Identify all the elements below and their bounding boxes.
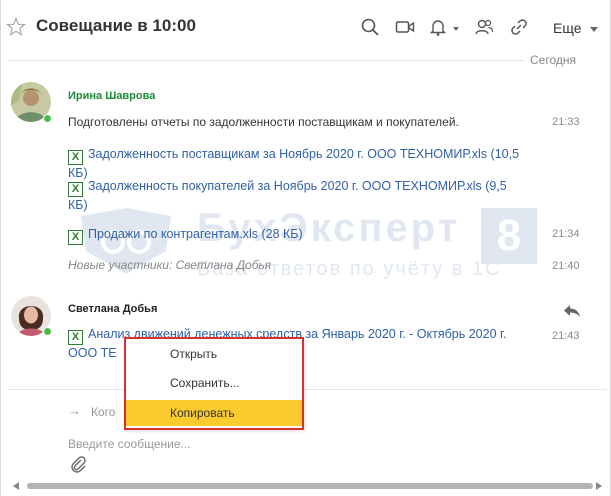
- watermark-logo: БухЭксперт База ответов по учёту в 1С 8: [71, 206, 541, 286]
- file-attachment[interactable]: X Задолженность покупателей за Ноябрь 202…: [68, 178, 507, 213]
- arrow-right-icon: →: [68, 403, 81, 418]
- notifications-dropdown-icon[interactable]: [453, 27, 459, 31]
- file-link[interactable]: Задолженность покупателей за Ноябрь 2020…: [88, 179, 507, 193]
- recipients-field[interactable]: Кого: [91, 405, 115, 419]
- search-icon[interactable]: [360, 17, 380, 37]
- favorite-star-icon[interactable]: [5, 16, 27, 37]
- more-menu-button[interactable]: Еще: [553, 20, 582, 36]
- date-divider-label: Сегодня: [530, 53, 576, 67]
- excel-file-icon: X: [68, 182, 83, 197]
- date-divider-line: [9, 60, 523, 61]
- video-call-icon[interactable]: [395, 17, 415, 37]
- excel-file-icon: X: [68, 230, 83, 245]
- reply-arrow-icon[interactable]: [563, 303, 581, 319]
- file-attachment[interactable]: X Продажи по контрагентам.xls (28 КБ): [68, 226, 303, 245]
- discussion-window: Совещание в 10:00 Еще Сегодня БухЭксперт…: [0, 0, 611, 496]
- paperclip-icon[interactable]: [69, 455, 87, 473]
- horizontal-scrollbar[interactable]: [9, 482, 606, 490]
- file-attachment[interactable]: X Задолженность поставщикам за Ноябрь 202…: [68, 146, 519, 181]
- file-link[interactable]: Задолженность поставщикам за Ноябрь 2020…: [88, 147, 519, 161]
- file-link-continuation[interactable]: ООО ТЕ: [68, 346, 117, 360]
- message-input[interactable]: Введите сообщение...: [68, 437, 191, 451]
- excel-file-icon: X: [68, 330, 83, 345]
- notifications-bell-icon[interactable]: [428, 17, 448, 37]
- message-time: 21:34: [552, 228, 580, 240]
- excel-file-icon: X: [68, 150, 83, 165]
- message-time: 21:33: [552, 116, 580, 128]
- header: Совещание в 10:00 Еще: [1, 0, 611, 50]
- file-link[interactable]: Продажи по контрагентам.xls (28 КБ): [88, 227, 303, 241]
- menu-item-save[interactable]: Сохранить...: [126, 370, 302, 396]
- online-status-indicator: [43, 114, 52, 123]
- menu-item-open[interactable]: Открыть: [126, 341, 302, 367]
- message-text: Подготовлены отчеты по задолженности пос…: [68, 115, 459, 129]
- context-menu: Открыть Сохранить... Копировать: [124, 337, 304, 430]
- scroll-thumb[interactable]: [27, 483, 593, 489]
- menu-item-copy[interactable]: Копировать: [126, 400, 302, 426]
- scroll-left-arrow-icon[interactable]: [13, 482, 19, 490]
- scroll-right-arrow-icon[interactable]: [596, 482, 602, 490]
- online-status-indicator: [43, 327, 52, 336]
- watermark-number: 8: [481, 208, 537, 264]
- message-author[interactable]: Светлана Добья: [68, 303, 157, 315]
- chevron-down-icon[interactable]: [590, 27, 598, 32]
- link-icon[interactable]: [509, 17, 529, 37]
- message-time: 21:40: [552, 260, 580, 272]
- message-time: 21:43: [552, 330, 580, 342]
- file-link-continuation[interactable]: КБ): [68, 198, 88, 212]
- page-title: Совещание в 10:00: [36, 16, 196, 35]
- participants-icon[interactable]: [474, 17, 494, 37]
- system-note: Новые участники: Светлана Добья: [68, 258, 272, 272]
- composer-divider: [9, 389, 606, 390]
- message-author[interactable]: Ирина Шаврова: [68, 90, 155, 102]
